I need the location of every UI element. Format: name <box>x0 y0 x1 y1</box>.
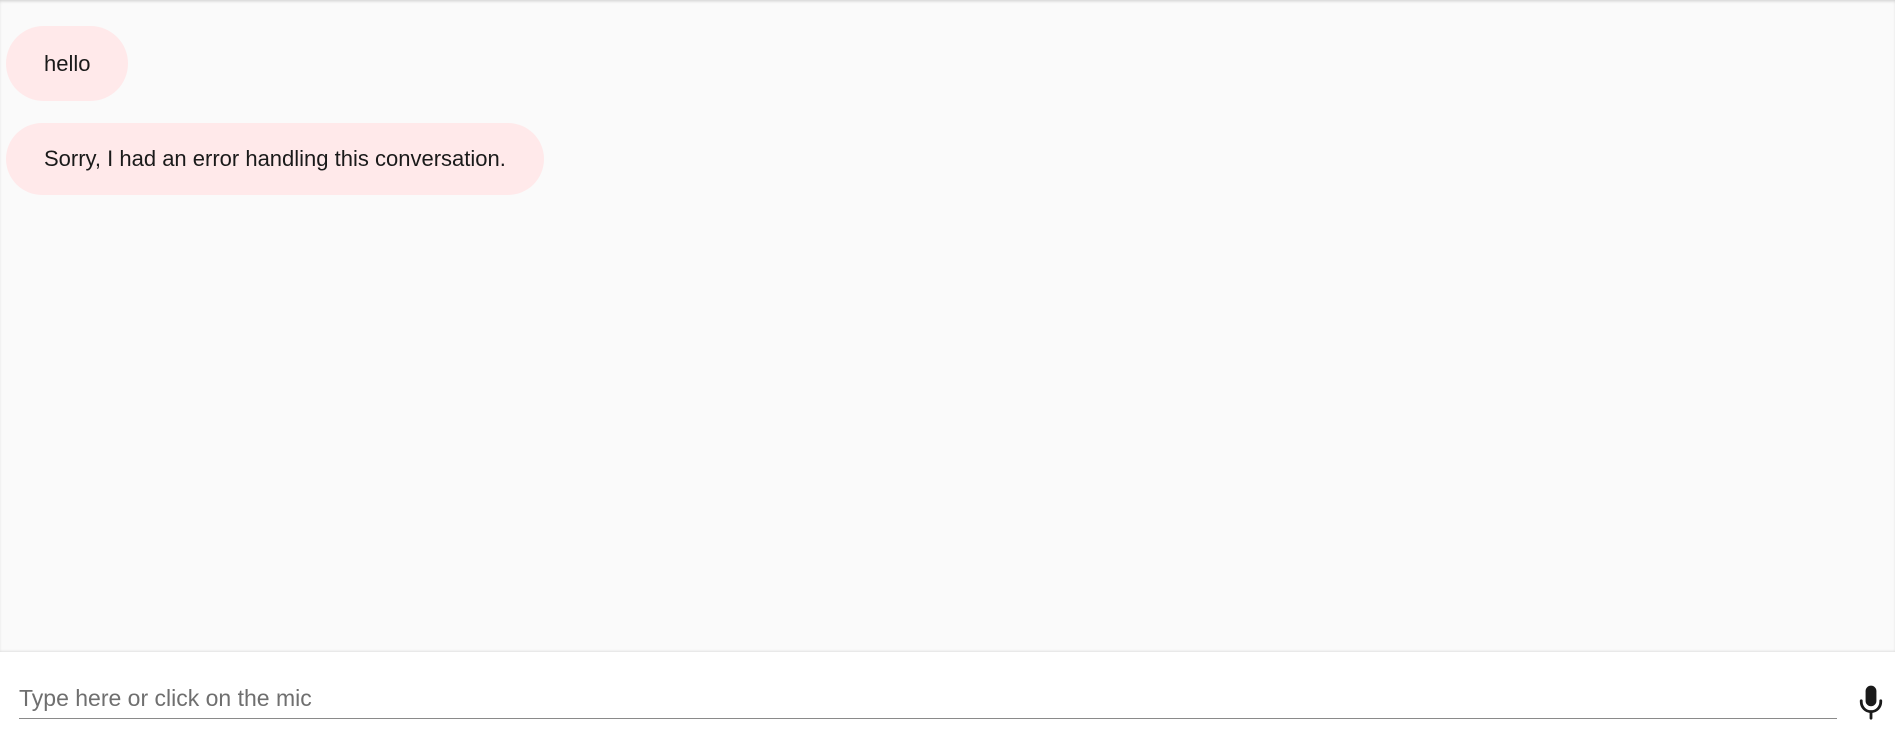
message-text: Sorry, I had an error handling this conv… <box>44 146 506 171</box>
message-list: hello Sorry, I had an error handling thi… <box>0 0 1895 652</box>
composer-bar <box>0 652 1895 730</box>
microphone-icon <box>1859 685 1883 720</box>
message-input[interactable] <box>19 678 1837 718</box>
message-bubble: Sorry, I had an error handling this conv… <box>6 123 544 195</box>
message-input-container <box>19 678 1837 719</box>
message-bubble: hello <box>6 26 129 101</box>
chat-app: hello Sorry, I had an error handling thi… <box>0 0 1895 730</box>
mic-button[interactable] <box>1854 682 1888 724</box>
message-text: hello <box>44 50 91 76</box>
